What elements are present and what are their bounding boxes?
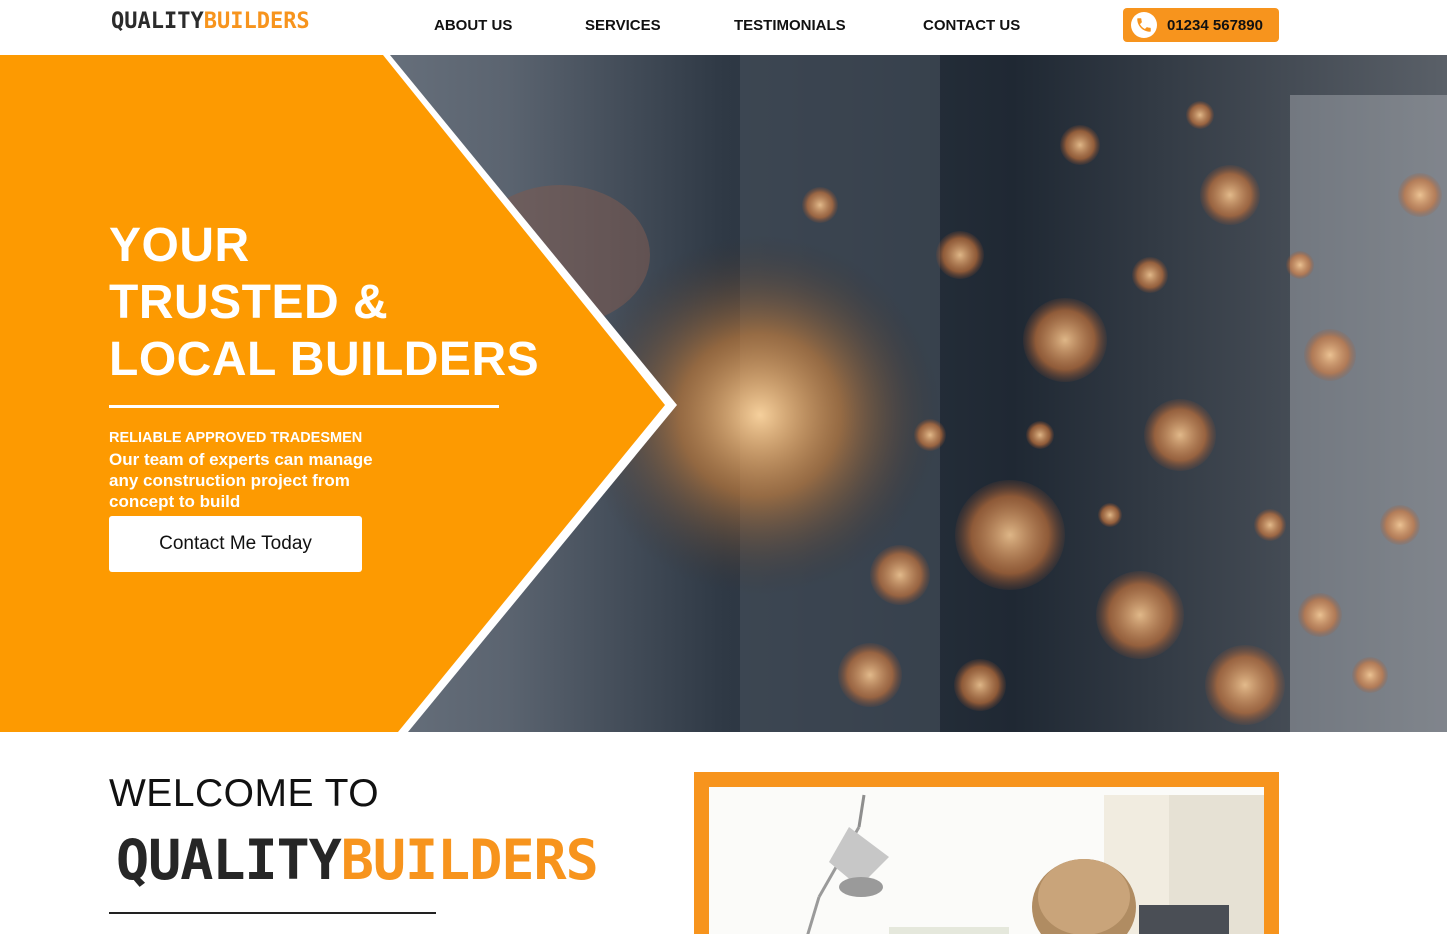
logo-part-builders: BUILDERS bbox=[203, 9, 310, 34]
hero-heading-line-2: TRUSTED & bbox=[109, 276, 389, 329]
phone-icon bbox=[1131, 12, 1157, 38]
welcome-heading: WELCOME TO bbox=[109, 772, 380, 815]
nav-about-us[interactable]: ABOUT US bbox=[434, 17, 512, 34]
welcome-photo bbox=[709, 787, 1264, 934]
hero-kicker: RELIABLE APPROVED TRADESMEN bbox=[109, 430, 363, 446]
site-logo[interactable]: QUALITYBUILDERS bbox=[111, 8, 310, 36]
phone-call-button[interactable]: 01234 567890 bbox=[1123, 8, 1279, 42]
hero-heading-line-3: LOCAL BUILDERS bbox=[109, 333, 540, 386]
nav-services[interactable]: SERVICES bbox=[585, 17, 661, 34]
logo-part-quality: QUALITY bbox=[111, 9, 204, 34]
nav-testimonials[interactable]: TESTIMONIALS bbox=[734, 17, 846, 34]
hero-heading: YOUR TRUSTED & LOCAL BUILDERS bbox=[109, 217, 589, 388]
welcome-logo: QUALITYBUILDERS bbox=[116, 826, 599, 894]
hero-heading-line-1: YOUR bbox=[109, 219, 250, 272]
welcome-divider bbox=[109, 912, 436, 914]
welcome-logo-quality: QUALITY bbox=[116, 828, 342, 892]
contact-me-button[interactable]: Contact Me Today bbox=[109, 516, 362, 572]
hero-section: YOUR TRUSTED & LOCAL BUILDERS RELIABLE A… bbox=[0, 55, 1447, 732]
hero-description: Our team of experts can manage any const… bbox=[109, 450, 373, 511]
hero-divider bbox=[109, 405, 499, 408]
nav-contact-us[interactable]: CONTACT US bbox=[923, 17, 1020, 34]
site-header: QUALITYBUILDERS ABOUT US SERVICES TESTIM… bbox=[0, 0, 1447, 55]
hero-background-image bbox=[0, 55, 1447, 732]
welcome-logo-builders: BUILDERS bbox=[340, 828, 599, 892]
phone-number: 01234 567890 bbox=[1167, 16, 1263, 34]
workspace-image bbox=[709, 787, 1264, 934]
